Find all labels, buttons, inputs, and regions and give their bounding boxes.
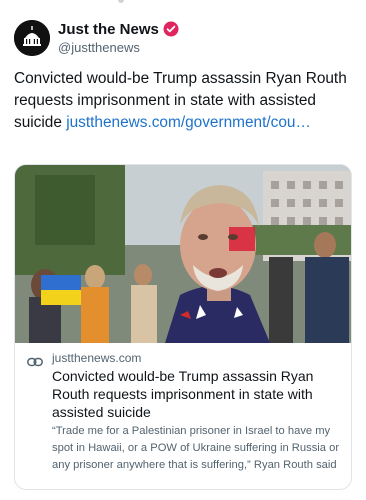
link-preview-card[interactable]: justthenews.com Convicted would-be Trump…: [14, 164, 352, 490]
card-domain: justthenews.com: [52, 351, 142, 365]
preview-image: [15, 165, 351, 343]
post-header: Just the News @justthenews: [14, 18, 352, 58]
previous-post-edge: [0, 0, 366, 8]
card-meta: justthenews.com Convicted would-be Trump…: [15, 343, 351, 471]
verified-badge-icon: [163, 21, 179, 37]
author-names: Just the News @justthenews: [58, 20, 179, 55]
separator-dot: [118, 0, 124, 3]
capitol-logo-icon: [14, 20, 50, 56]
name-row: Just the News: [58, 20, 179, 38]
display-name[interactable]: Just the News: [58, 21, 159, 38]
protest-photo: [15, 165, 351, 343]
avatar[interactable]: [14, 20, 50, 56]
card-description: “Trade me for a Palestinian prisoner in …: [52, 425, 340, 471]
handle[interactable]: @justthenews: [58, 40, 179, 55]
link-chain-icon: [27, 357, 43, 367]
card-title: Convicted would-be Trump assassin Ryan R…: [52, 368, 314, 420]
post-link[interactable]: justthenews.com/government/cou…: [66, 114, 311, 131]
post-text: Convicted would-be Trump assassin Ryan R…: [14, 68, 354, 134]
